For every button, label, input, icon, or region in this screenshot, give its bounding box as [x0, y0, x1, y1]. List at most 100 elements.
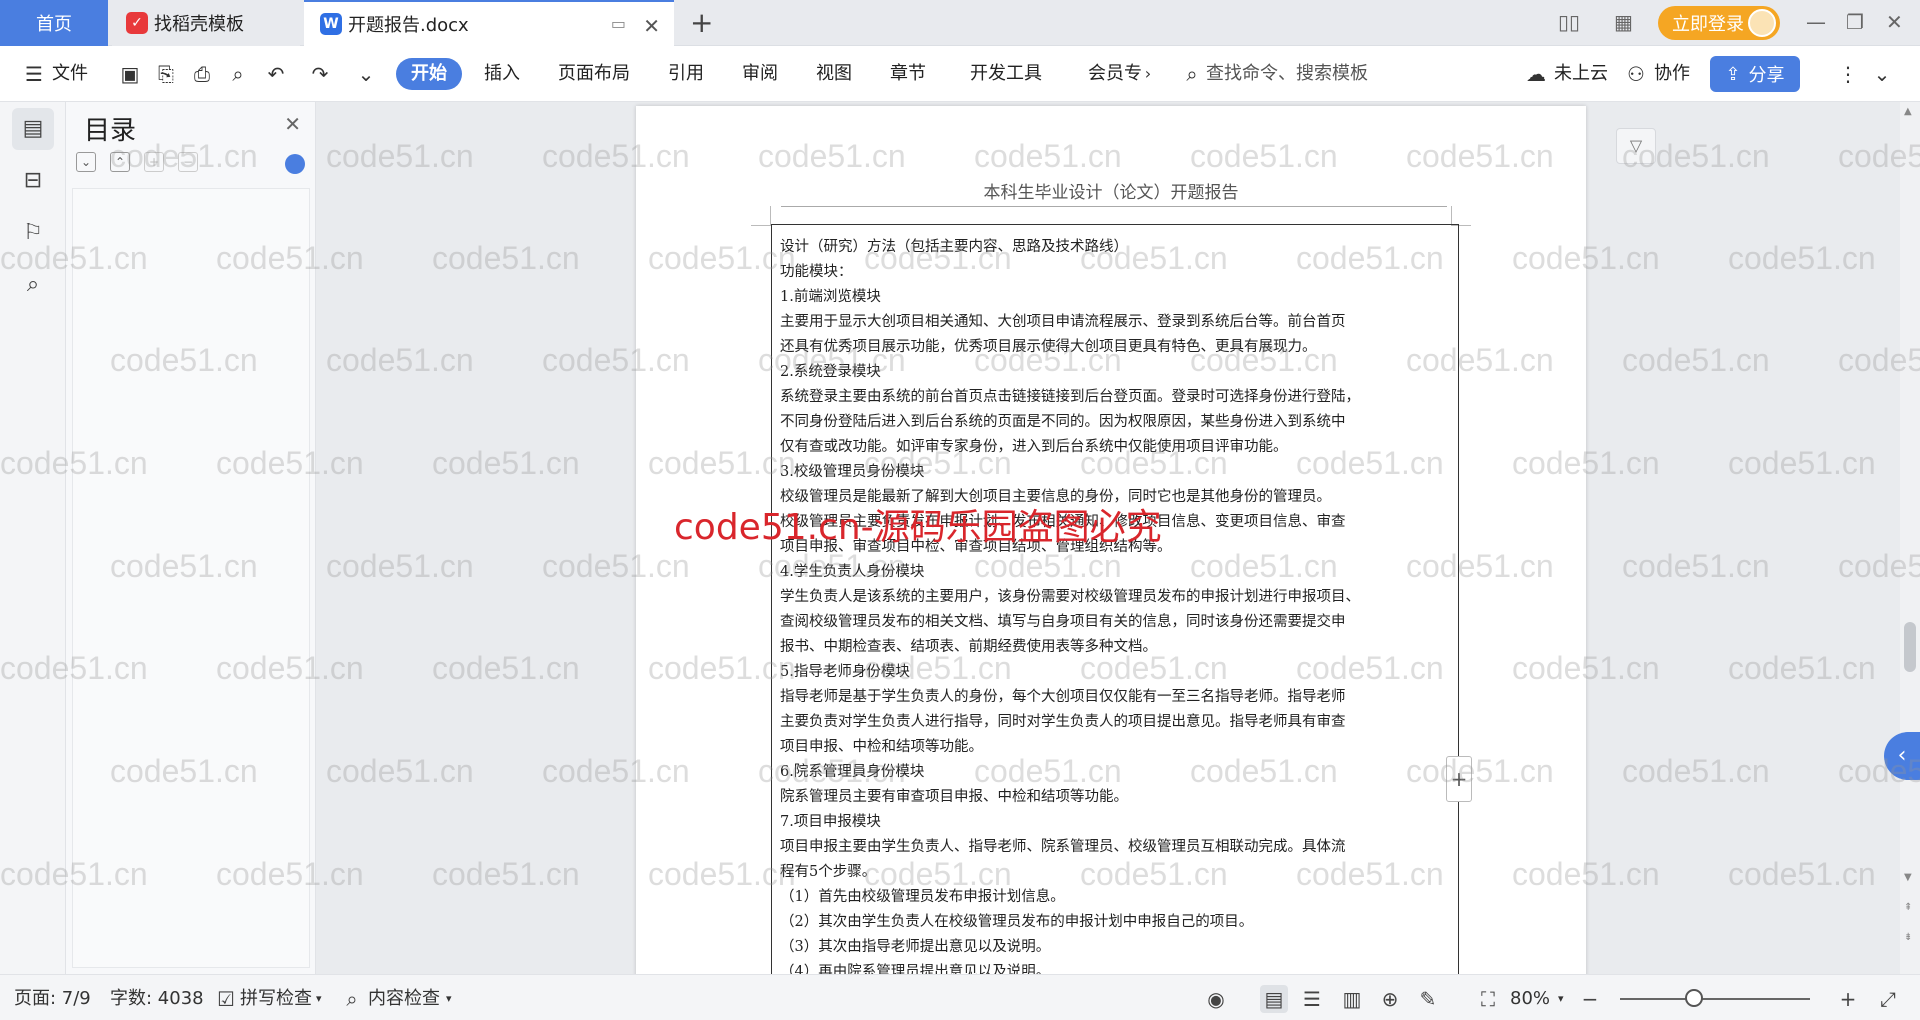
tab-active-document[interactable]: W 开题报告.docx ▭ ✕ [304, 0, 674, 46]
save-icon[interactable]: ▣ [116, 60, 144, 88]
page-view-icon[interactable]: ▤ [1260, 985, 1288, 1013]
status-bar: 页面: 7/9 字数: 4038 ☑ 拼写检查 ▾ ⌕ 内容检查 ▾ ◉ ▤ ☰… [0, 974, 1920, 1020]
document-line: 报书、中期检查表、结项表、前期经费使用表等多种文档。 [780, 639, 1157, 655]
print-icon[interactable]: ⎙ [188, 60, 216, 88]
remove-heading-icon[interactable]: − [178, 152, 198, 172]
zoom-slider-handle[interactable] [1685, 989, 1703, 1007]
reading-view-icon[interactable]: ▥ [1338, 985, 1366, 1013]
document-line: 系统登录主要由系统的前台首页点击链接链接到后台登页面。登录时可选择身份进行登陆， [780, 389, 1360, 405]
document-line: 5.指导老师身份模块 [780, 664, 910, 680]
toc-panel: 目录 ✕ ⌄ ⌃ + − [66, 102, 316, 974]
collab-button[interactable]: 协作 [1654, 60, 1690, 88]
outline-icon[interactable]: ⊟ [12, 160, 54, 202]
chevron-down-icon[interactable]: ▾ [316, 987, 322, 1011]
tab-template-label: 找稻壳模板 [154, 14, 244, 35]
write-mode-icon[interactable]: ✎ [1414, 985, 1442, 1013]
chevron-down-icon[interactable]: ▾ [1558, 987, 1564, 1011]
share-label: 分享 [1748, 65, 1785, 86]
document-line: 主要负责对学生负责人进行指导，同时对学生负责人的项目提出意见。指导老师具有审查 [780, 714, 1346, 730]
tab-bar: 首页 ✓ 找稻壳模板 W 开题报告.docx ▭ ✕ + ▯▯ ▦ 立即登录 —… [0, 0, 1920, 46]
margin-mark [1451, 206, 1471, 226]
file-menu[interactable]: 文件 [52, 60, 88, 88]
page-view-toggle-icon[interactable]: ▽ [1616, 128, 1656, 164]
close-window-icon[interactable]: ✕ [1886, 10, 1903, 34]
fullscreen-icon[interactable]: ⤢ [1874, 985, 1902, 1013]
window-float-icon[interactable]: ▭ [611, 14, 626, 33]
tab-chapter[interactable]: 章节 [890, 60, 926, 88]
outline-view-icon[interactable]: ☰ [1298, 985, 1326, 1013]
collapse-ribbon-icon[interactable]: ⌄ [1868, 60, 1896, 88]
close-icon[interactable]: ✕ [284, 112, 301, 136]
document-line: 1.前端浏览模块 [780, 289, 881, 305]
tab-insert[interactable]: 插入 [484, 60, 520, 88]
bookmark-icon[interactable]: ⚐ [12, 212, 54, 254]
chevron-down-icon[interactable]: ▾ [446, 987, 452, 1011]
menu-icon[interactable]: ☰ [20, 60, 48, 88]
fit-page-icon[interactable]: ⛶ [1474, 985, 1502, 1013]
more-options-icon[interactable]: ⋮ [1834, 60, 1862, 88]
document-line: （4）再由院系管理员提出意见以及说明。 [780, 964, 1051, 974]
document-line: 不同身份登陆后进入到后台系统的页面是不同的。因为权限原因，某些身份进入到系统中 [780, 414, 1346, 430]
document-line: 指导老师是基于学生负责人的身份，每个大创项目仅仅能有一至三名指导老师。指导老师 [780, 689, 1346, 705]
scroll-thumb[interactable] [1904, 622, 1916, 672]
ai-assistant-icon[interactable] [285, 154, 305, 174]
maximize-icon[interactable]: ❐ [1846, 10, 1864, 34]
document-line: 查阅校级管理员发布的相关文档、填写与自身项目有关的信息，同时该身份还需要提交申 [780, 614, 1346, 630]
table-cell[interactable]: 设计（研究）方法（包括主要内容、思路及技术路线） 功能模块： 1.前端浏览模块 主要… [771, 224, 1459, 974]
expand-icon[interactable]: ⌄ [76, 152, 96, 172]
grid-apps-icon[interactable]: ▦ [1614, 10, 1633, 34]
search-icon[interactable]: ⌕ [12, 264, 54, 306]
cloud-status[interactable]: 未上云 [1554, 60, 1608, 88]
export-pdf-icon[interactable]: ⎘ [152, 60, 180, 88]
zoom-level[interactable]: 80% [1510, 987, 1550, 1011]
more-tabs-icon[interactable]: › [1134, 60, 1162, 88]
tab-reference[interactable]: 引用 [668, 60, 704, 88]
zoom-in-icon[interactable]: + [1834, 985, 1862, 1013]
search-icon: ⌕ [1186, 62, 1198, 86]
vertical-scrollbar[interactable]: ▲ ▼ ⇞ ⇟ [1900, 102, 1920, 974]
add-row-button[interactable]: + [1446, 756, 1472, 802]
scroll-down-icon[interactable]: ▼ [1904, 872, 1912, 883]
avatar [1748, 9, 1776, 37]
undo-icon[interactable]: ↶ [262, 60, 290, 88]
document-line: 2.系统登录模块 [780, 364, 881, 380]
document-line: 还具有优秀项目展示功能，优秀项目展示使得大创项目更具有特色、更具有展现力。 [780, 339, 1317, 355]
tab-template[interactable]: ✓ 找稻壳模板 [112, 0, 300, 46]
document-line: （3）其次由指导老师提出意见以及说明。 [780, 939, 1051, 955]
tab-home[interactable]: 首页 [0, 0, 108, 46]
close-tab-icon[interactable]: ✕ [643, 14, 660, 38]
chevron-down-icon[interactable]: ⌄ [352, 60, 380, 88]
eye-protection-icon[interactable]: ◉ [1202, 985, 1230, 1013]
zoom-slider[interactable] [1620, 998, 1810, 1000]
zoom-out-icon[interactable]: − [1576, 985, 1604, 1013]
collab-icon: ⚇ [1627, 62, 1645, 86]
tab-page-layout[interactable]: 页面布局 [558, 60, 630, 88]
collapse-icon[interactable]: ⌃ [110, 152, 130, 172]
scroll-up-icon[interactable]: ▲ [1904, 106, 1912, 117]
word-count[interactable]: 字数: 4038 [110, 987, 204, 1011]
spell-check-button[interactable]: 拼写检查 [240, 987, 312, 1011]
web-view-icon[interactable]: ⊕ [1376, 985, 1404, 1013]
tab-start[interactable]: 开始 [396, 58, 462, 90]
tab-dev-tools[interactable]: 开发工具 [970, 60, 1042, 88]
new-tab-button[interactable]: + [690, 6, 713, 39]
toc-icon[interactable]: ▤ [12, 108, 54, 150]
content-check-button[interactable]: 内容检查 [368, 987, 440, 1011]
login-button[interactable]: 立即登录 [1658, 6, 1780, 40]
document-line: （1）首先由校级管理员发布申报计划信息。 [780, 889, 1065, 905]
command-search-input[interactable]: 查找命令、搜索模板 [1206, 60, 1368, 88]
print-preview-icon[interactable]: ⌕ [224, 60, 252, 88]
document-page[interactable]: 本科生毕业设计（论文）开题报告 设计（研究）方法（包括主要内容、思路及技术路线）… [636, 106, 1586, 974]
share-button[interactable]: ⇪ 分享 [1710, 56, 1800, 92]
tab-review[interactable]: 审阅 [742, 60, 778, 88]
prev-page-icon[interactable]: ⇞ [1904, 902, 1912, 913]
add-heading-icon[interactable]: + [144, 152, 164, 172]
minimize-icon[interactable]: — [1806, 10, 1826, 34]
document-line: 校级管理员是能最新了解到大创项目主要信息的身份，同时它也是其他身份的管理员。 [780, 489, 1331, 505]
redo-icon[interactable]: ↷ [306, 60, 334, 88]
layout-icon[interactable]: ▯▯ [1558, 10, 1580, 34]
next-page-icon[interactable]: ⇟ [1904, 932, 1912, 943]
page-indicator[interactable]: 页面: 7/9 [14, 987, 91, 1011]
tab-view[interactable]: 视图 [816, 60, 852, 88]
login-label: 立即登录 [1672, 14, 1744, 35]
